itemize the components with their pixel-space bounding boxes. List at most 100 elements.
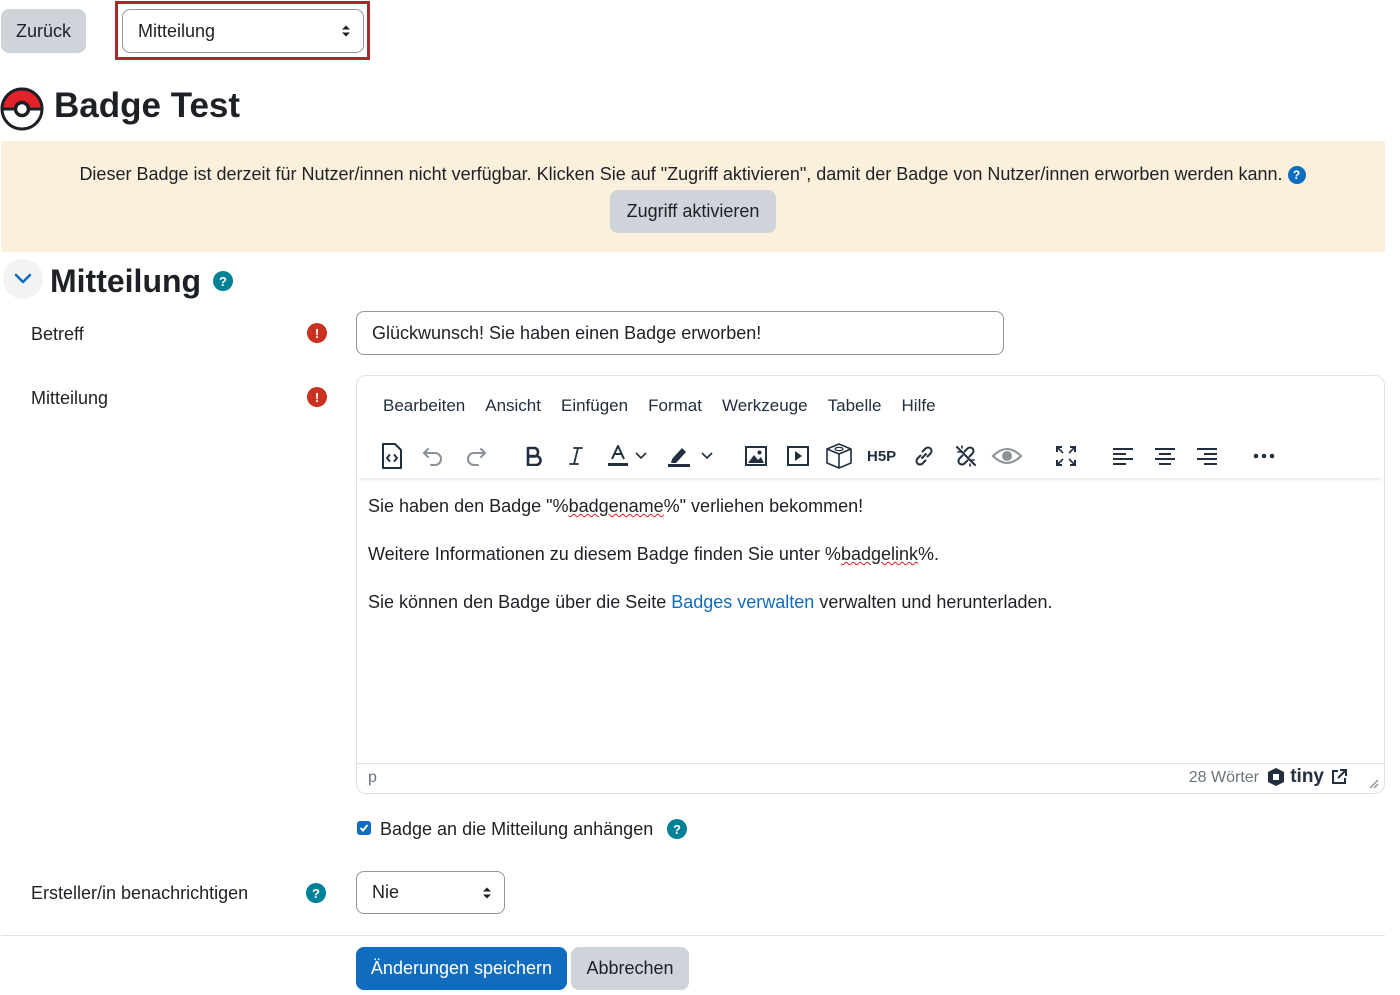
fullscreen-icon xyxy=(1056,446,1076,466)
text-color-dropdown[interactable] xyxy=(631,438,651,474)
undo-icon xyxy=(423,448,442,466)
collapse-section-button[interactable] xyxy=(3,259,43,299)
insert-link-button[interactable] xyxy=(906,438,942,474)
help-icon[interactable]: ? xyxy=(1287,166,1306,185)
menu-help[interactable]: Hilfe xyxy=(892,392,946,420)
resize-handle-icon[interactable] xyxy=(1367,777,1379,789)
page-select[interactable]: Mitteilung xyxy=(122,9,364,53)
unlink-icon xyxy=(956,445,976,467)
banner-message: Dieser Badge ist derzeit für Nutzer/inne… xyxy=(0,162,1385,186)
text-segment: Sie haben den Badge "% xyxy=(368,496,569,516)
cancel-button[interactable]: Abbrechen xyxy=(571,947,689,990)
message-label: Mitteilung xyxy=(31,388,109,408)
form-divider xyxy=(1,935,1385,936)
select-arrows-icon xyxy=(483,887,491,898)
align-right-button[interactable] xyxy=(1189,438,1225,474)
redo-icon xyxy=(467,448,486,466)
text-segment: Weitere Informationen zu diesem Badge fi… xyxy=(368,544,841,564)
rich-text-editor: Bearbeiten Ansicht Einfügen Format Werkz… xyxy=(356,375,1385,794)
content-paragraph: Sie haben den Badge "%badgename%" verlie… xyxy=(368,494,1368,518)
highlight-color-button[interactable] xyxy=(661,438,697,474)
insert-media-button[interactable] xyxy=(780,438,816,474)
save-changes-button[interactable]: Änderungen speichern xyxy=(356,947,567,990)
menu-edit[interactable]: Bearbeiten xyxy=(373,392,475,420)
editor-toolbar: H5P xyxy=(357,434,1384,478)
external-link-icon xyxy=(1332,769,1347,784)
bold-button[interactable] xyxy=(516,438,552,474)
editor-statusbar: p 28 Wörter tiny xyxy=(357,763,1384,793)
align-center-button[interactable] xyxy=(1147,438,1183,474)
select-arrows-icon xyxy=(342,25,350,37)
source-code-icon xyxy=(382,443,402,469)
checkmark-icon xyxy=(359,824,369,832)
text-segment: %" verliehen bekommen! xyxy=(663,496,864,516)
preview-button[interactable] xyxy=(989,438,1025,474)
menu-insert[interactable]: Einfügen xyxy=(551,392,638,420)
chevron-down-icon xyxy=(14,273,32,284)
tiny-logo-icon xyxy=(1268,768,1285,786)
svg-text:H5P: H5P xyxy=(867,448,896,464)
element-path[interactable]: p xyxy=(368,769,377,787)
section-help-icon[interactable]: ? xyxy=(213,271,233,291)
back-button[interactable]: Zurück xyxy=(1,9,86,53)
link-icon xyxy=(915,446,933,466)
source-code-button[interactable] xyxy=(374,438,410,474)
content-paragraph: Sie können den Badge über die Seite Badg… xyxy=(368,590,1368,614)
badge-pokeball-icon xyxy=(0,87,44,131)
subject-label: Betreff xyxy=(31,324,84,344)
undo-button[interactable] xyxy=(415,438,451,474)
preview-eye-icon xyxy=(991,448,1023,464)
spellcheck-word: badgelink xyxy=(840,544,919,564)
page-title: Badge Test xyxy=(54,86,241,125)
attach-help-icon[interactable]: ? xyxy=(667,819,687,839)
required-icon: ! xyxy=(307,323,327,343)
fullscreen-button[interactable] xyxy=(1048,438,1084,474)
notify-select-value: Nie xyxy=(372,882,400,902)
h5p-logo-icon: H5P xyxy=(867,448,896,464)
menu-format[interactable]: Format xyxy=(638,392,712,420)
align-left-button[interactable] xyxy=(1105,438,1141,474)
notify-select[interactable]: Nie xyxy=(356,871,505,914)
menu-tools[interactable]: Werkzeuge xyxy=(712,392,818,420)
content-paragraph: Weitere Informationen zu diesem Badge fi… xyxy=(368,542,1368,566)
page-select-value: Mitteilung xyxy=(138,20,216,41)
menu-table[interactable]: Tabelle xyxy=(818,392,892,420)
attach-badge-label[interactable]: Badge an die Mitteilung anhängen xyxy=(380,817,653,841)
notify-help-icon[interactable]: ? xyxy=(306,883,326,903)
text-segment: Sie können den Badge über die Seite xyxy=(368,592,672,612)
more-button[interactable] xyxy=(1246,438,1282,474)
required-icon: ! xyxy=(307,387,327,407)
notify-label: Ersteller/in benachrichtigen xyxy=(31,883,249,903)
spellcheck-word: badgename xyxy=(568,496,664,516)
unlink-button[interactable] xyxy=(948,438,984,474)
highlight-color-dropdown[interactable] xyxy=(697,438,717,474)
image-icon xyxy=(745,446,767,466)
align-right-icon xyxy=(1197,448,1217,465)
h5p-content-button[interactable] xyxy=(821,438,857,474)
italic-icon xyxy=(569,447,583,465)
align-center-icon xyxy=(1155,448,1175,465)
word-count[interactable]: 28 Wörter xyxy=(1189,769,1259,787)
tiny-brand-link[interactable]: tiny xyxy=(1266,766,1348,788)
manage-badges-link[interactable]: Badges verwalten xyxy=(671,592,814,612)
more-icon xyxy=(1253,453,1275,459)
subject-input[interactable]: Glückwunsch! Sie haben einen Badge erwor… xyxy=(356,311,1004,355)
subject-value: Glückwunsch! Sie haben einen Badge erwor… xyxy=(372,322,762,343)
redo-button[interactable] xyxy=(458,438,494,474)
attach-badge-checkbox[interactable] xyxy=(357,821,371,835)
media-icon xyxy=(787,446,809,466)
activate-access-button[interactable]: Zugriff aktivieren xyxy=(610,190,776,233)
chevron-down-icon xyxy=(635,452,647,460)
italic-button[interactable] xyxy=(558,438,594,474)
editor-content[interactable]: Sie haben den Badge "%badgename%" verlie… xyxy=(368,494,1368,638)
tiny-brand-text: tiny xyxy=(1290,766,1324,787)
section-title: Mitteilung xyxy=(50,263,202,299)
banner-text: Dieser Badge ist derzeit für Nutzer/inne… xyxy=(79,164,1283,184)
insert-image-button[interactable] xyxy=(738,438,774,474)
chevron-down-icon xyxy=(701,452,713,460)
menu-view[interactable]: Ansicht xyxy=(475,392,551,420)
text-segment: verwalten und herunterladen. xyxy=(814,592,1053,612)
align-left-icon xyxy=(1113,448,1133,465)
highlight-color-icon xyxy=(668,448,690,467)
h5p-button[interactable]: H5P xyxy=(864,438,900,474)
